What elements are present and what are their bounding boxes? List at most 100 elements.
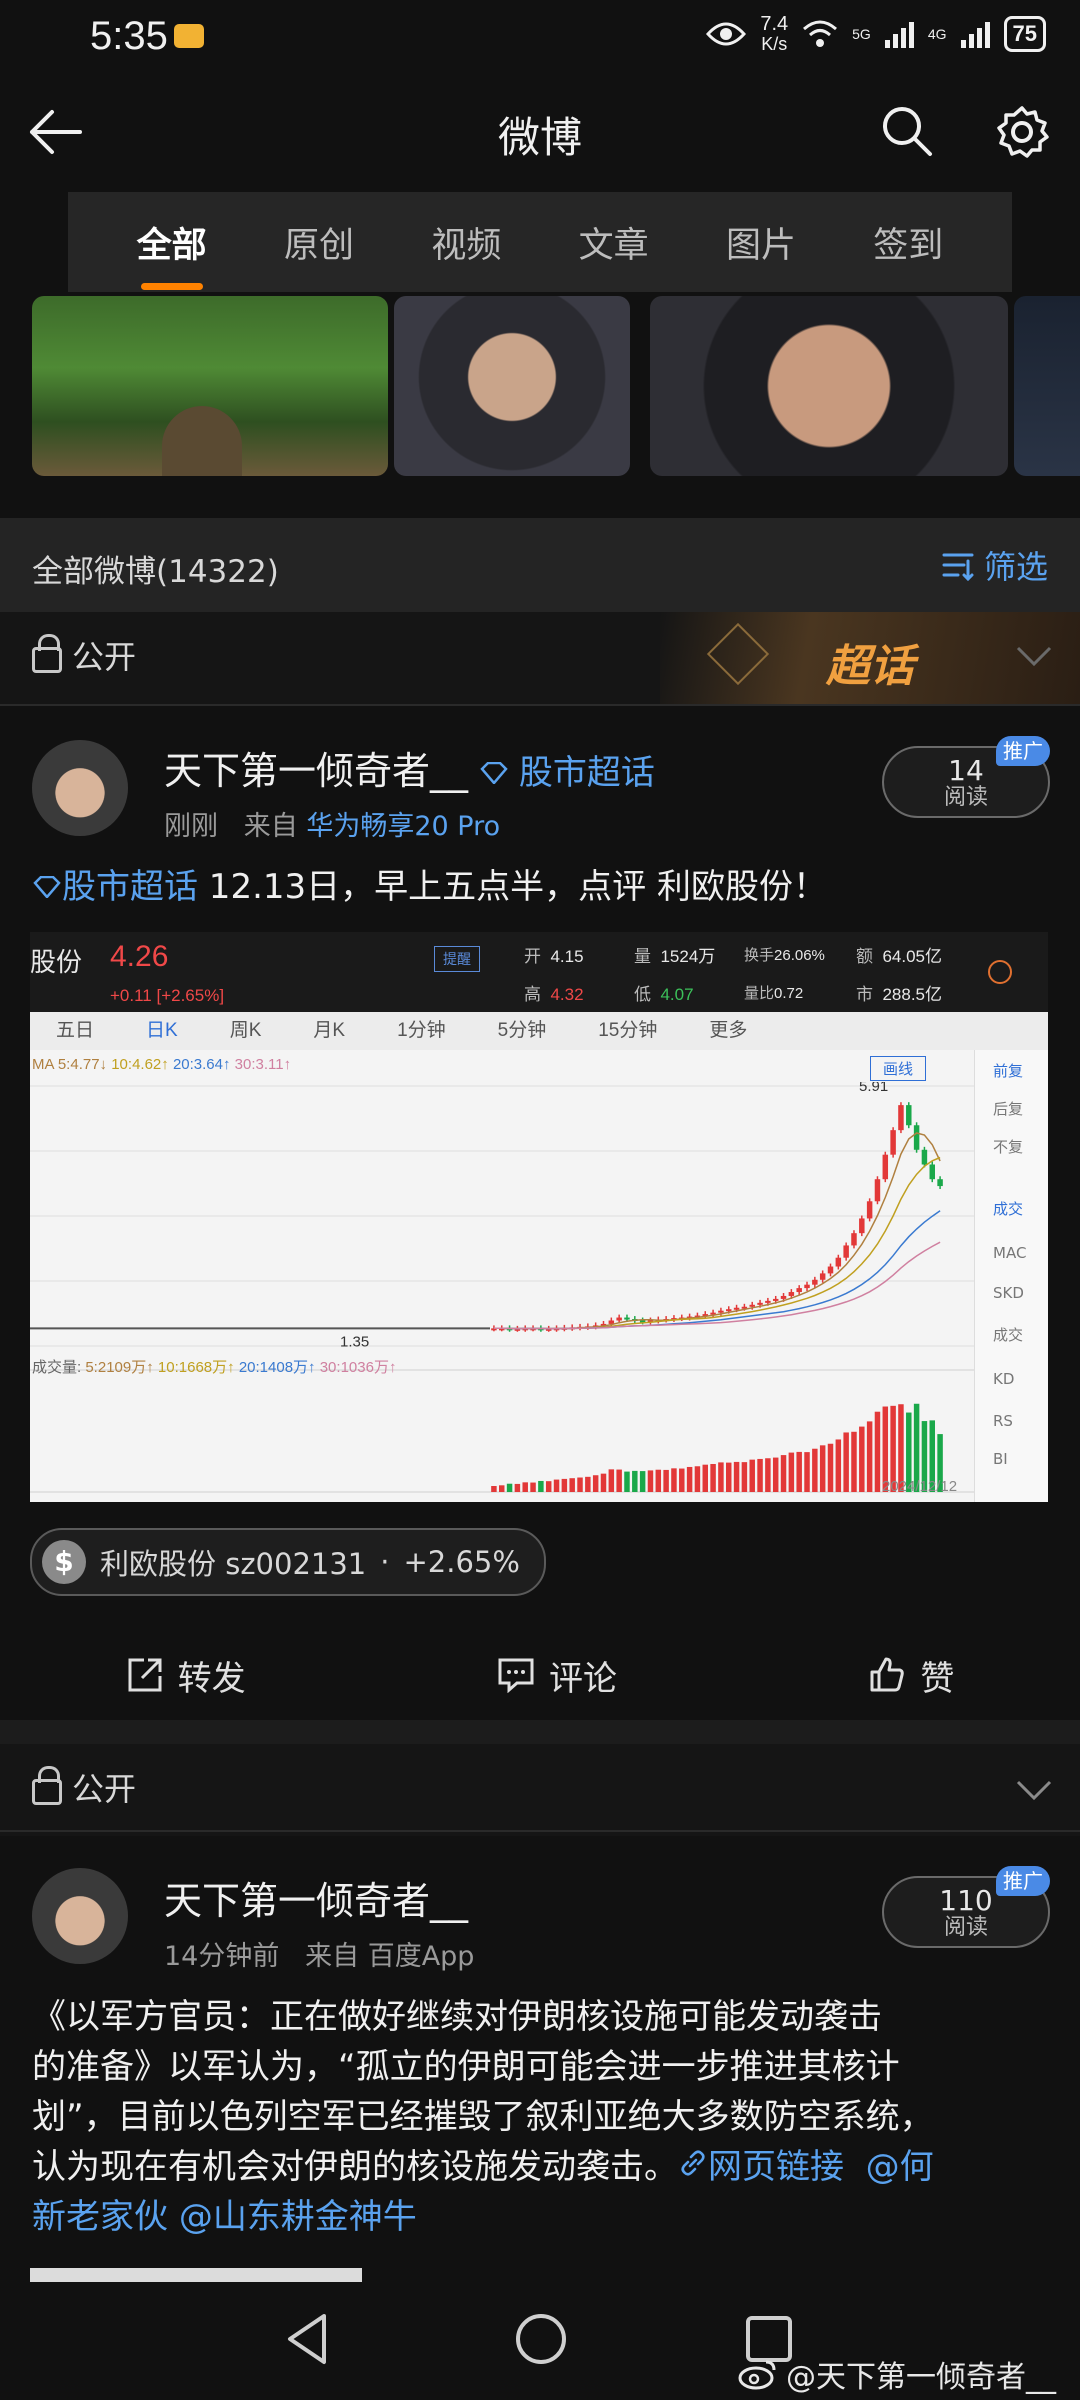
candle-body <box>733 1307 740 1310</box>
collapse-icon[interactable] <box>988 960 1012 984</box>
mention-link[interactable]: @何 <box>866 2147 934 2187</box>
candle-body <box>812 1279 818 1285</box>
post-meta: 刚刚 来自 华为畅享20 Pro <box>164 811 501 842</box>
volume-bar <box>608 1469 615 1492</box>
comment-button[interactable]: 评论 <box>497 1651 617 1700</box>
volume-bar <box>757 1458 763 1492</box>
mention-link[interactable]: @山东耕金神牛 <box>179 2197 417 2237</box>
volume-bar <box>765 1458 771 1492</box>
stock-chip[interactable]: $ 利欧股份 sz002131 · +2.65% <box>30 1528 546 1596</box>
web-link[interactable]: 网页链接 <box>678 2147 844 2187</box>
candle-body <box>796 1288 802 1293</box>
volume-bar <box>772 1457 779 1492</box>
max-price-label: 5.91 <box>859 1082 888 1095</box>
tab-original[interactable]: 原创 <box>278 217 360 268</box>
chart-price: 4.26 <box>110 940 169 973</box>
photo-selfie-1[interactable] <box>394 296 630 476</box>
nav-back-icon[interactable] <box>284 2312 334 2366</box>
candle-body <box>843 1245 849 1258</box>
candle-body <box>616 1317 622 1321</box>
volume-bar <box>835 1439 842 1492</box>
photo-night-sky[interactable] <box>1014 296 1080 476</box>
volume-bar <box>827 1443 834 1492</box>
volume-bar <box>866 1421 873 1492</box>
volume-bar <box>733 1461 740 1492</box>
candle-body <box>757 1302 763 1305</box>
topic-link[interactable]: 股市超话 <box>32 867 198 907</box>
avatar[interactable] <box>32 740 128 836</box>
tab-article[interactable]: 文章 <box>573 217 655 268</box>
candle-body <box>819 1273 826 1280</box>
repost-icon <box>128 1658 162 1692</box>
period-tab[interactable]: 月K <box>287 1012 371 1050</box>
post-source[interactable]: 百度App <box>368 1941 475 1972</box>
volume-bar <box>694 1466 701 1492</box>
candle-body <box>921 1149 928 1165</box>
candle-body <box>913 1125 920 1150</box>
volume-bar <box>749 1459 755 1492</box>
post-author-name[interactable]: 天下第一倾奇者__ <box>164 1870 468 1925</box>
candle-body <box>906 1105 912 1126</box>
dollar-icon: $ <box>42 1540 86 1584</box>
photo-selfie-2[interactable] <box>650 296 1008 476</box>
period-tab[interactable]: 五日 <box>30 1012 120 1050</box>
tab-checkin[interactable]: 签到 <box>867 217 949 268</box>
status-time: 5:35 <box>90 14 168 58</box>
tab-images[interactable]: 图片 <box>720 217 802 268</box>
volume-bar <box>514 1483 521 1492</box>
volume-bar <box>859 1426 865 1492</box>
status-bar: 5:35 7.4 K/s 5G 4G 75 <box>0 0 1080 80</box>
period-tab[interactable]: 5分钟 <box>472 1012 573 1050</box>
promo-badge[interactable]: 推广 <box>996 736 1050 766</box>
like-button[interactable]: 赞 <box>868 1651 954 1700</box>
gear-icon[interactable] <box>994 104 1050 160</box>
ma-legend: MA 5:4.77↓ 10:4.62↑ 20:3.64↑ 30:3.11↑ <box>32 1056 292 1073</box>
avatar[interactable] <box>32 1868 128 1964</box>
ma-line <box>493 1210 941 1330</box>
post-separator <box>0 1720 1080 1744</box>
volume-bar <box>702 1464 708 1492</box>
period-tab[interactable]: 15分钟 <box>572 1012 683 1050</box>
volume-bar <box>545 1481 552 1492</box>
period-tab[interactable]: 1分钟 <box>371 1012 472 1050</box>
draw-line-button[interactable]: 画线 <box>870 1056 927 1081</box>
volume-bar <box>663 1469 669 1492</box>
search-icon[interactable] <box>880 104 934 158</box>
tab-video[interactable]: 视频 <box>425 217 507 268</box>
filter-label: 筛选 <box>983 548 1048 586</box>
photo-tree[interactable] <box>32 296 388 476</box>
volume-bar <box>679 1468 685 1492</box>
repost-button[interactable]: 转发 <box>126 1651 246 1700</box>
volume-bar <box>506 1483 513 1492</box>
filter-button[interactable]: 筛选 <box>940 542 1048 588</box>
period-tab[interactable]: 周K <box>204 1012 288 1050</box>
promo-badge[interactable]: 推广 <box>996 1866 1050 1896</box>
volume-bar <box>491 1486 497 1492</box>
volume-bar <box>843 1432 849 1492</box>
candlestick-chart: 5.91 1.35 <box>30 1082 974 1493</box>
tab-all[interactable]: 全部 <box>131 217 213 268</box>
signal-icon-2 <box>960 20 990 48</box>
topic-tag[interactable]: 股市超话 <box>480 753 655 793</box>
volume-bar <box>553 1479 560 1492</box>
mention-link[interactable]: 新老家伙 <box>32 2197 168 2237</box>
volume-bar <box>686 1466 693 1492</box>
candle-body <box>726 1309 732 1312</box>
post-author-name[interactable]: 天下第一倾奇者__ 股市超话 <box>164 740 655 795</box>
mail-notification-icon <box>174 24 204 48</box>
candle-body <box>772 1298 779 1301</box>
candle-body <box>780 1295 787 1299</box>
volume-bar <box>788 1452 795 1492</box>
post-source[interactable]: 华为畅享20 Pro <box>306 811 500 842</box>
comment-icon <box>498 1658 534 1693</box>
visibility-row-1[interactable]: 超话 <box>0 612 1080 704</box>
period-tab[interactable]: 日K <box>120 1012 204 1050</box>
diamond-icon <box>480 761 508 785</box>
visibility-row-2[interactable] <box>0 1744 1080 1836</box>
stock-chart-image[interactable]: 股份 4.26 +0.11 [+2.65%] 提醒 开 4.15 高 4.32 … <box>30 932 1048 1502</box>
chart-header: 股份 4.26 +0.11 [+2.65%] 提醒 开 4.15 高 4.32 … <box>30 932 1048 1012</box>
ma-line <box>493 1241 941 1330</box>
photo-strip <box>0 296 1080 520</box>
period-tab[interactable]: 更多 <box>683 1012 773 1050</box>
nav-home-icon[interactable] <box>514 2312 568 2366</box>
